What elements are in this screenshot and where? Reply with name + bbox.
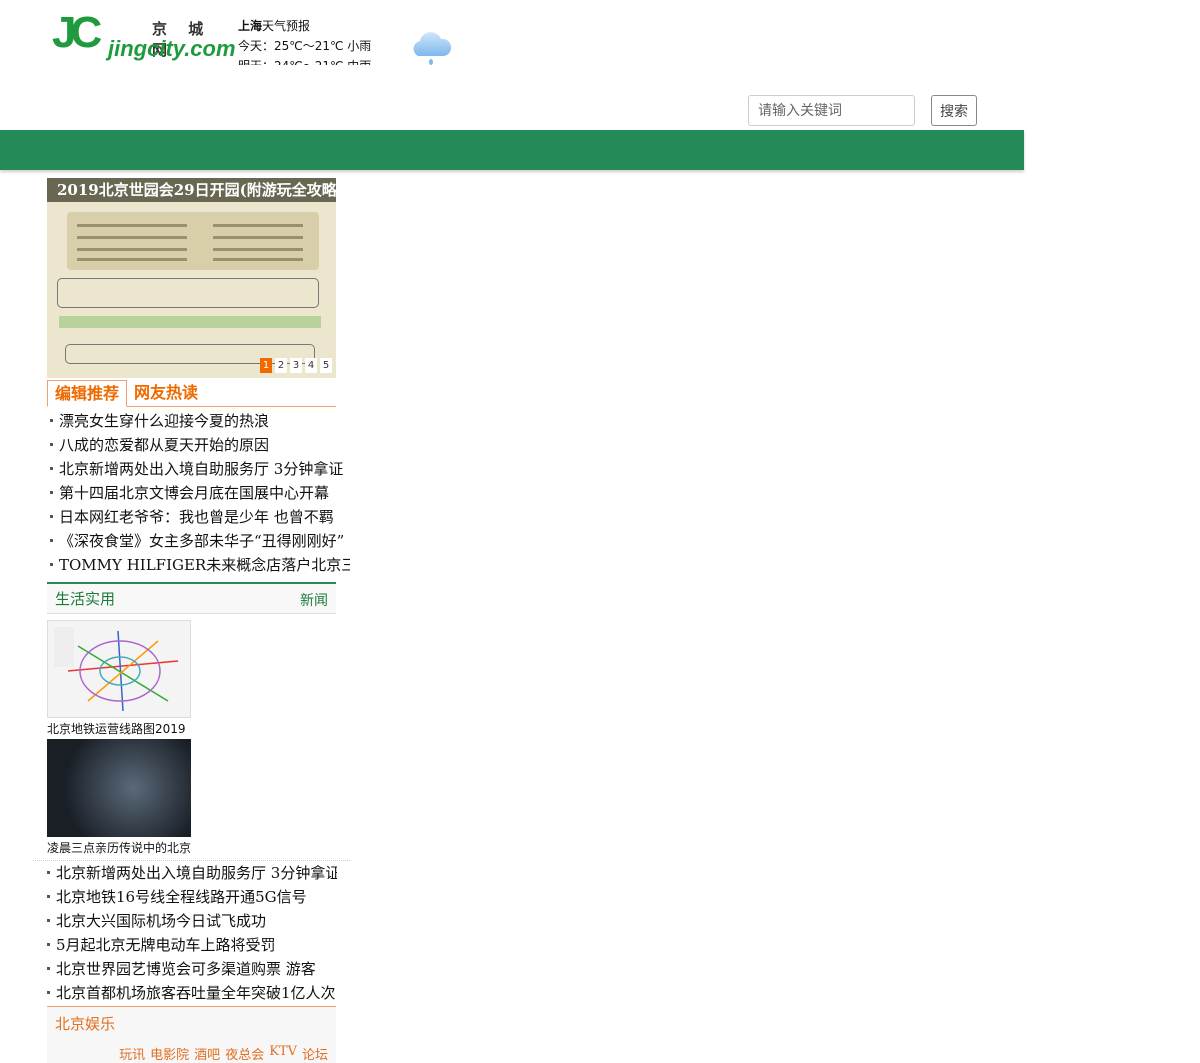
list-item[interactable]: TOMMY HILFIGER未来概念店落户北京三里屯 — [48, 553, 350, 577]
list-item[interactable]: 北京大兴国际机场今日试飞成功 — [45, 909, 337, 933]
entertainment-section: 北京娱乐 玩讯 电影院 酒吧 夜总会 KTV 论坛 — [47, 1006, 336, 1063]
recommend-list: 漂亮女生穿什么迎接今夏的热浪 八成的恋爱都从夏天开始的原因 北京新增两处出入境自… — [48, 409, 350, 577]
list-item[interactable]: 第十四届北京文博会月底在国展中心开幕 — [48, 481, 350, 505]
slide-page-2[interactable]: 2 — [275, 358, 287, 373]
weather-title: 天气预报 — [262, 19, 311, 33]
ent-link-cinema[interactable]: 电影院 — [150, 1044, 189, 1063]
list-item[interactable]: 北京世界园艺博览会可多渠道购票 游客 — [45, 957, 337, 981]
list-item[interactable]: 漂亮女生穿什么迎接今夏的热浪 — [48, 409, 350, 433]
slide-page-4[interactable]: 4 — [305, 358, 317, 373]
slide-image-panel — [67, 212, 319, 270]
list-item[interactable]: 八成的恋爱都从夏天开始的原因 — [48, 433, 350, 457]
search-button[interactable]: 搜索 — [931, 95, 977, 126]
life-section-header: 生活实用 新闻 — [47, 582, 336, 614]
subway-map-image[interactable] — [47, 620, 191, 718]
search-input[interactable] — [748, 95, 915, 126]
ent-link-news[interactable]: 玩讯 — [119, 1044, 145, 1063]
life-section-title[interactable]: 生活实用 — [55, 588, 115, 609]
list-item[interactable]: 5月起北京无牌电动车上路将受罚 — [45, 933, 337, 957]
entertainment-title[interactable]: 北京娱乐 — [55, 1013, 115, 1034]
ent-link-forum[interactable]: 论坛 — [302, 1044, 328, 1063]
list-item[interactable]: 北京新增两处出入境自助服务厅 3分钟拿证 — [48, 457, 350, 481]
ent-link-ktv[interactable]: KTV — [269, 1044, 297, 1063]
recommend-tabs: 编辑推荐 网友热读 — [47, 380, 336, 407]
slide-page-5[interactable]: 5 — [320, 358, 332, 373]
ent-link-nightclub[interactable]: 夜总会 — [225, 1044, 264, 1063]
slide-page-3[interactable]: 3 — [290, 358, 302, 373]
night-beijing-image[interactable] — [47, 739, 191, 837]
pic-caption[interactable]: 北京地铁运营线路图2019 — [47, 720, 197, 737]
weather-widget: 上海天气预报 今天：25℃～21℃ 小雨 明天：24℃～21℃ 中雨 — [238, 16, 378, 65]
site-logo[interactable]: JC 京 城 网 jingcity.com — [52, 8, 236, 64]
slideshow[interactable]: 2019北京世园会29日开园(附游玩全攻略) 1 2 3 4 5 — [47, 178, 336, 378]
tab-user-hot[interactable]: 网友热读 — [127, 380, 205, 407]
weather-today: 今天：25℃～21℃ 小雨 — [238, 39, 372, 53]
list-item[interactable]: 《深夜食堂》女主多部未华子“丑得刚刚好” — [48, 529, 350, 553]
logo-mark: JC — [52, 8, 102, 57]
ent-link-bar[interactable]: 酒吧 — [194, 1044, 220, 1063]
list-item[interactable]: 北京首都机场旅客吞吐量全年突破1亿人次 — [45, 981, 337, 1005]
logo-en-text: jingcity.com — [108, 36, 236, 61]
weather-tomorrow: 明天：24℃～21℃ 中雨 — [238, 56, 378, 65]
weather-city[interactable]: 上海 — [238, 19, 262, 33]
rain-cloud-icon — [413, 32, 452, 65]
slide-caption[interactable]: 2019北京世园会29日开园(附游玩全攻略) — [47, 178, 336, 202]
life-news-list: 北京新增两处出入境自助服务厅 3分钟拿证 北京地铁16号线全程线路开通5G信号 … — [45, 861, 337, 1005]
pic-caption[interactable]: 凌晨三点亲历传说中的北京 — [47, 839, 197, 856]
slide-pager: 1 2 3 4 5 — [260, 358, 332, 373]
life-section-more[interactable]: 新闻 — [300, 590, 328, 610]
main-nav-bar — [0, 130, 1024, 170]
list-item[interactable]: 北京新增两处出入境自助服务厅 3分钟拿证 — [45, 861, 337, 885]
list-item[interactable]: 日本网红老爷爷：我也曾是少年 也曾不羁 — [48, 505, 350, 529]
slide-page-1[interactable]: 1 — [260, 358, 272, 373]
list-item[interactable]: 北京地铁16号线全程线路开通5G信号 — [45, 885, 337, 909]
tab-editor-picks[interactable]: 编辑推荐 — [47, 380, 128, 407]
